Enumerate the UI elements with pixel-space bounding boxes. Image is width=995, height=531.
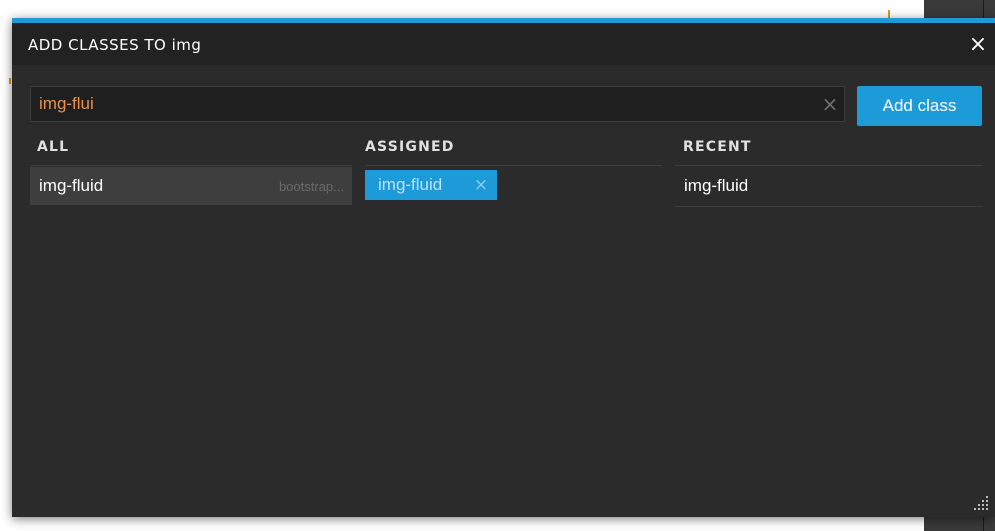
- dialog-header: ADD CLASSES TO img ×: [12, 23, 995, 65]
- background-guide-mark: [888, 10, 890, 18]
- all-class-item[interactable]: img-fluid bootstrap...: [30, 167, 352, 205]
- add-class-button[interactable]: Add class: [857, 86, 982, 126]
- column-header-all: ALL: [37, 139, 70, 155]
- close-icon[interactable]: ×: [966, 31, 990, 59]
- column-divider-all: [30, 165, 352, 166]
- clear-search-icon[interactable]: ×: [819, 89, 841, 119]
- tag-remove-icon[interactable]: ×: [471, 173, 491, 197]
- recent-class-item[interactable]: img-fluid: [675, 167, 983, 205]
- column-header-recent: RECENT: [683, 139, 752, 155]
- recent-class-item-name: img-fluid: [684, 176, 749, 195]
- search-box: ×: [30, 86, 845, 122]
- add-classes-dialog: ADD CLASSES TO img × × Add class ALL ASS…: [12, 18, 995, 517]
- recent-item-divider: [675, 206, 983, 207]
- column-header-assigned: ASSIGNED: [365, 139, 455, 155]
- assigned-class-tag[interactable]: img-fluid ×: [365, 170, 497, 200]
- all-class-item-source: bootstrap...: [278, 179, 344, 194]
- resize-grip-icon[interactable]: [970, 492, 990, 512]
- all-class-item-name: img-fluid: [39, 176, 104, 195]
- dialog-title: ADD CLASSES TO img: [28, 36, 202, 54]
- background-guide-mark: [9, 78, 11, 84]
- column-divider-assigned: [365, 165, 662, 166]
- column-divider-recent: [675, 165, 983, 166]
- class-search-input[interactable]: [39, 87, 809, 121]
- assigned-class-tag-name: img-fluid: [378, 175, 443, 194]
